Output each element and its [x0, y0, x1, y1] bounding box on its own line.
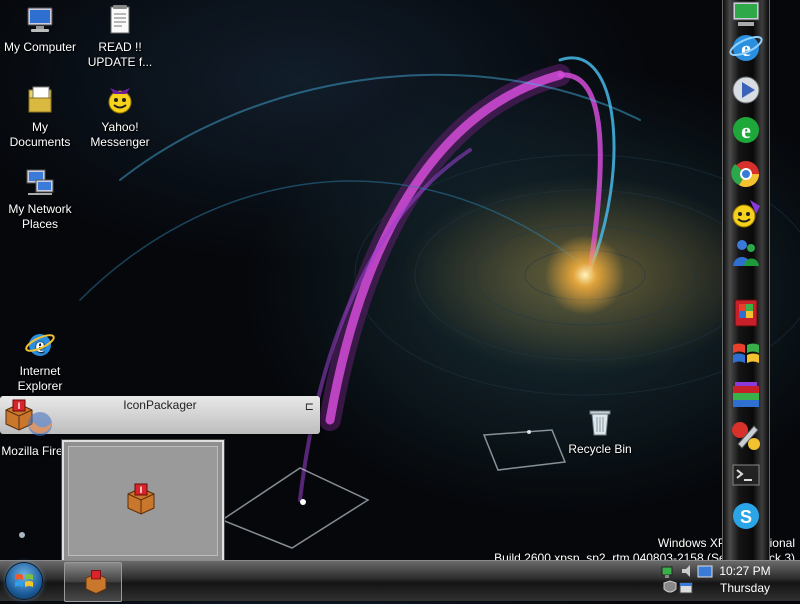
- ie-green-icon[interactable]: e: [728, 112, 764, 148]
- internet-explorer-icon: e: [24, 328, 56, 360]
- recycle-bin-icon: [584, 406, 616, 438]
- msn-icon[interactable]: [728, 236, 764, 272]
- yahoo-messenger-icon: [104, 84, 136, 116]
- network-places-icon: [24, 166, 56, 198]
- clock-time: 10:27 PM: [719, 564, 771, 578]
- desktop-icon-label: My Computer: [3, 40, 77, 54]
- taskbar-thumbnail-preview[interactable]: I: [62, 440, 224, 562]
- desktop-icon-label: My Documents: [9, 120, 71, 149]
- security-tray-icon: [663, 580, 677, 593]
- gift-box-icon[interactable]: [728, 294, 764, 330]
- volume-tray-icon: [682, 565, 690, 577]
- media-player-icon[interactable]: [728, 72, 764, 108]
- windows-start-orb-icon: [15, 574, 33, 587]
- computer-icon[interactable]: [728, 0, 764, 32]
- desktop-icon-my-computer[interactable]: My Computer: [0, 4, 80, 55]
- desktop-icon-label: Recycle Bin: [568, 442, 632, 456]
- computer-icon: [24, 4, 56, 36]
- desktop-icon-recycle-bin[interactable]: Recycle Bin: [560, 406, 640, 457]
- window-tray-icon: [679, 582, 693, 594]
- taskbar: 10:27 PM Thursday: [0, 560, 800, 602]
- desktop-icon-my-network-places[interactable]: My Network Places: [0, 166, 80, 232]
- desktop-icon-label: My Network Places: [8, 202, 72, 231]
- svg-text:S: S: [740, 507, 752, 527]
- desktop-icon-label: Internet Explorer: [17, 364, 63, 393]
- desktop-icon-read-update[interactable]: READ !! UPDATE f...: [80, 4, 160, 70]
- side-dock: e e S: [722, 0, 770, 560]
- desktop-icon-my-documents[interactable]: My Documents: [0, 84, 80, 150]
- desktop-icon-label: Yahoo! Messenger: [90, 120, 150, 149]
- iconpackager-icon: I: [124, 482, 158, 516]
- pin-icon[interactable]: ⊏: [305, 400, 314, 413]
- iconpackager-icon: [85, 570, 107, 594]
- windows-flag-icon[interactable]: [728, 336, 764, 372]
- firefox-icon: [24, 408, 56, 440]
- clock-day: Thursday: [719, 581, 771, 595]
- taskbar-clock[interactable]: 10:27 PM Thursday: [710, 563, 780, 597]
- taskbar-button-iconpackager[interactable]: [64, 562, 122, 602]
- desktop-icon-internet-explorer[interactable]: e Internet Explorer: [0, 328, 80, 394]
- desktop-icon-label: READ !! UPDATE f...: [87, 40, 153, 69]
- text-file-icon: [104, 4, 136, 36]
- terminal-icon[interactable]: [728, 458, 764, 494]
- chrome-icon[interactable]: [728, 156, 764, 192]
- messenger-icon[interactable]: [728, 196, 764, 232]
- network-tray-icon: [661, 566, 673, 578]
- start-button[interactable]: [6, 563, 42, 599]
- desktop-icon-yahoo-messenger[interactable]: Yahoo! Messenger: [80, 84, 160, 150]
- svg-text:e: e: [741, 118, 751, 143]
- books-icon[interactable]: [728, 378, 764, 414]
- skype-icon[interactable]: S: [728, 498, 764, 534]
- svg-text:I: I: [140, 485, 143, 495]
- internet-explorer-icon[interactable]: e: [728, 30, 764, 66]
- folder-documents-icon: [24, 84, 56, 116]
- tools-icon[interactable]: [728, 418, 764, 454]
